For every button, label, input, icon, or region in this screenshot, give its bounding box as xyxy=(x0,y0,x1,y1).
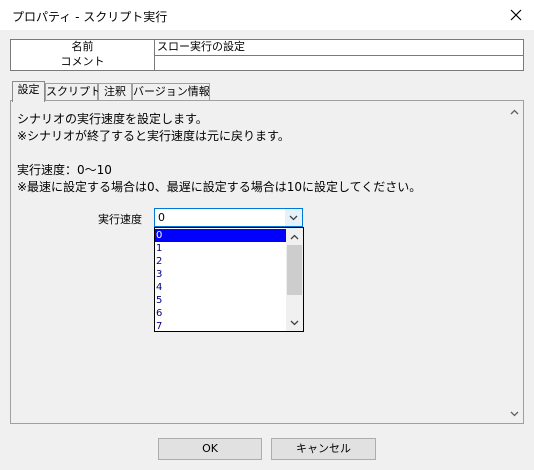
speed-option-6[interactable]: 6 xyxy=(155,307,286,320)
panel-scrollbar[interactable] xyxy=(506,101,523,423)
tab-version-info[interactable]: バージョン情報 xyxy=(132,83,210,100)
tab-script[interactable]: スクリプト xyxy=(45,83,101,100)
chevron-up-icon xyxy=(510,109,519,114)
ok-button[interactable]: OK xyxy=(158,438,262,460)
description-line-1: シナリオの実行速度を設定します。 xyxy=(17,112,208,126)
speed-option-1[interactable]: 1 xyxy=(155,242,286,255)
description-line-4: ※最速に設定する場合は0、最遅に設定する場合は10に設定してください。 xyxy=(17,180,422,194)
chevron-up-icon xyxy=(290,234,299,239)
name-row: 名前 スロー実行の設定 xyxy=(11,40,523,56)
speed-option-7[interactable]: 7 xyxy=(155,320,286,333)
chevron-down-icon xyxy=(290,320,299,325)
description-line-3: 実行速度：0～10 xyxy=(17,163,112,177)
title-bar: プロパティ - スクリプト実行 xyxy=(0,0,534,30)
scroll-up-button[interactable] xyxy=(506,103,523,120)
speed-option-3[interactable]: 3 xyxy=(155,268,286,281)
name-field[interactable]: スロー実行の設定 xyxy=(157,40,245,54)
name-label: 名前 xyxy=(11,40,155,55)
description-line-2: ※シナリオが終了すると実行速度は元に戻ります。 xyxy=(17,129,290,143)
speed-dropdown-list[interactable]: 0 1 2 3 4 5 6 7 xyxy=(154,227,304,332)
close-button[interactable] xyxy=(504,3,528,27)
comment-row: コメント xyxy=(11,55,523,70)
speed-option-2[interactable]: 2 xyxy=(155,255,286,268)
comment-label: コメント xyxy=(11,55,155,70)
speed-option-5[interactable]: 5 xyxy=(155,294,286,307)
cancel-button[interactable]: キャンセル xyxy=(271,438,376,460)
chevron-down-icon xyxy=(510,411,519,416)
dropdown-scrollbar[interactable] xyxy=(286,228,303,331)
speed-dropdown-button[interactable] xyxy=(285,209,302,226)
dropdown-scroll-up[interactable] xyxy=(286,228,303,245)
description-text: シナリオの実行速度を設定します。 ※シナリオが終了すると実行速度は元に戻ります。… xyxy=(17,111,421,196)
speed-select[interactable]: 0 xyxy=(154,208,303,227)
chevron-down-icon xyxy=(289,215,298,220)
speed-option-0[interactable]: 0 xyxy=(155,229,286,242)
close-icon xyxy=(510,9,522,21)
dropdown-scroll-thumb[interactable] xyxy=(287,245,302,295)
speed-label: 実行速度 xyxy=(98,213,142,226)
properties-table: 名前 スロー実行の設定 コメント xyxy=(10,39,524,71)
speed-select-value: 0 xyxy=(158,211,165,224)
tab-annotation[interactable]: 注釈 xyxy=(98,83,132,100)
scroll-down-button[interactable] xyxy=(506,405,523,422)
speed-option-4[interactable]: 4 xyxy=(155,281,286,294)
window-title: プロパティ - スクリプト実行 xyxy=(12,10,168,24)
dropdown-scroll-down[interactable] xyxy=(286,314,303,331)
tab-settings[interactable]: 設定 xyxy=(12,81,45,102)
